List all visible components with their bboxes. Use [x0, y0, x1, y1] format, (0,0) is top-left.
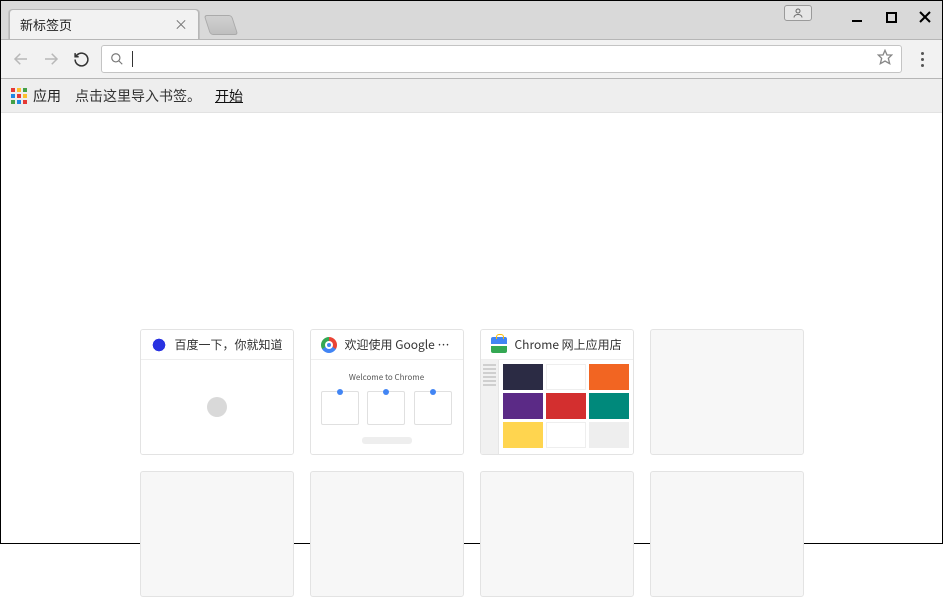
title-bar: 新标签页 ×: [1, 1, 942, 39]
chrome-menu-button[interactable]: [912, 52, 932, 67]
tile-title: 欢迎使用 Google C...: [345, 336, 453, 353]
profile-button[interactable]: [784, 5, 812, 21]
most-visited-tile-empty: [650, 471, 804, 597]
most-visited-tile[interactable]: Chrome 网上应用店: [480, 329, 634, 455]
most-visited-tile-empty: [140, 471, 294, 597]
text-caret: [132, 51, 133, 67]
user-icon: [792, 7, 804, 19]
minimize-icon: [851, 11, 863, 23]
apps-label: 应用: [33, 86, 61, 106]
close-window-button[interactable]: [908, 1, 942, 33]
minimize-button[interactable]: [840, 1, 874, 33]
tab-close-icon[interactable]: ×: [174, 18, 188, 32]
toolbar: [1, 39, 942, 79]
apps-grid-icon: [11, 88, 27, 104]
import-bookmarks-hint: 点击这里导入书签。: [75, 86, 201, 106]
apps-shortcut[interactable]: 应用: [11, 86, 61, 106]
most-visited-tile-empty: [480, 471, 634, 597]
maximize-icon: [886, 12, 897, 23]
chrome-favicon-icon: [321, 337, 337, 353]
most-visited-tile-empty: [310, 471, 464, 597]
baidu-favicon-icon: [151, 337, 167, 353]
maximize-button[interactable]: [874, 1, 908, 33]
tile-header: Chrome 网上应用店: [481, 330, 633, 360]
forward-button[interactable]: [41, 49, 61, 69]
tile-header: 百度一下，你就知道: [141, 330, 293, 360]
reload-icon: [73, 51, 90, 68]
tile-thumbnail: [141, 360, 293, 454]
tile-title: Chrome 网上应用店: [515, 336, 622, 353]
window-controls: [840, 1, 942, 39]
search-icon: [110, 52, 124, 66]
reload-button[interactable]: [71, 49, 91, 69]
omnibox[interactable]: [101, 45, 902, 73]
tile-thumbnail: [481, 360, 633, 454]
webstore-favicon-icon: [491, 337, 507, 353]
most-visited-tile-empty: [650, 329, 804, 455]
close-icon: [919, 11, 931, 23]
browser-tab[interactable]: 新标签页 ×: [9, 9, 199, 39]
tile-header: 欢迎使用 Google C...: [311, 330, 463, 360]
address-input[interactable]: [141, 48, 869, 70]
tab-title: 新标签页: [20, 15, 174, 34]
most-visited-tile[interactable]: 百度一下，你就知道: [140, 329, 294, 455]
back-button[interactable]: [11, 49, 31, 69]
import-bookmarks-link[interactable]: 开始: [215, 86, 243, 106]
arrow-left-icon: [12, 50, 30, 68]
bookmark-star-icon[interactable]: [877, 49, 893, 69]
new-tab-button[interactable]: [204, 15, 238, 35]
arrow-right-icon: [42, 50, 60, 68]
most-visited: 百度一下，你就知道 欢迎使用 Google C... Welcome to Chro…: [1, 329, 942, 597]
new-tab-page: 百度一下，你就知道 欢迎使用 Google C... Welcome to Chro…: [1, 113, 942, 543]
bookmarks-bar: 应用 点击这里导入书签。 开始: [1, 79, 942, 113]
tile-title: 百度一下，你就知道: [175, 336, 283, 353]
tile-thumbnail: Welcome to Chrome: [311, 360, 463, 454]
most-visited-tile[interactable]: 欢迎使用 Google C... Welcome to Chrome: [310, 329, 464, 455]
